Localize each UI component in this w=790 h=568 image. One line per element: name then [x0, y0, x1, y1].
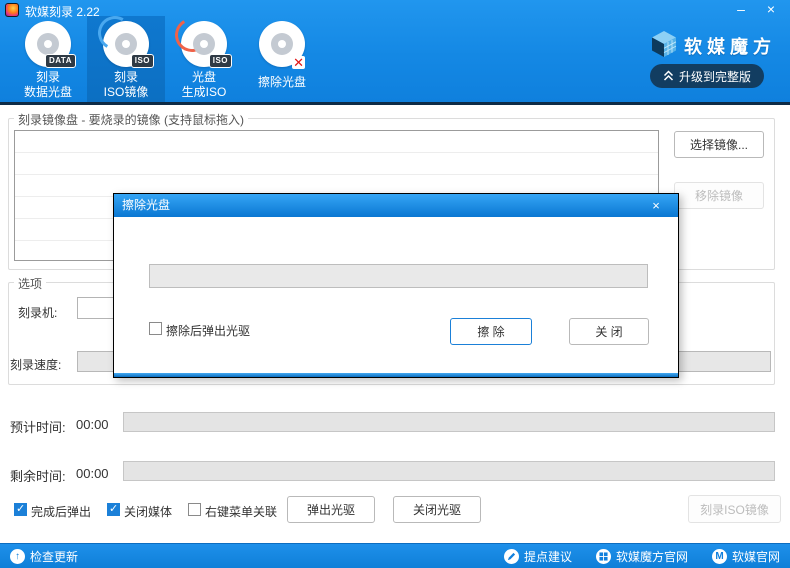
context-menu-label[interactable]: 右键菜单关联	[205, 503, 277, 520]
upgrade-button[interactable]: 升级到完整版	[650, 64, 764, 88]
tab-label: 刻录	[87, 70, 165, 85]
brand-name: 软媒魔方	[684, 33, 776, 59]
close-media-label[interactable]: 关闭媒体	[124, 503, 172, 520]
dialog-close-icon[interactable]: ×	[648, 194, 664, 217]
feedback-link[interactable]: 提点建议	[504, 548, 572, 565]
close-drive-button[interactable]: 关闭光驱	[393, 496, 481, 523]
tab-label: 光盘	[165, 70, 243, 85]
burn-group-title: 刻录镜像盘 - 要烧录的镜像 (支持鼠标拖入)	[14, 111, 248, 128]
header: 软媒刻录 2.22 – × DATA 刻录 数据光盘 ISO 刻录 ISO镜像	[0, 0, 790, 105]
erase-progressbar	[149, 264, 648, 288]
close-button[interactable]: ×	[760, 2, 782, 18]
erase-button[interactable]: 擦 除	[450, 318, 532, 345]
statusbar: ↑ 检查更新 提点建议 软媒魔方官网 M 软	[0, 543, 790, 568]
erase-disc-icon: ✕	[259, 21, 305, 67]
app-logo-icon	[5, 3, 19, 17]
data-badge: DATA	[45, 54, 76, 68]
tab-label: 数据光盘	[9, 85, 87, 100]
burn-iso-button: 刻录ISO镜像	[688, 495, 781, 523]
erase-disc-dialog: 擦除光盘 × 擦除后弹出光驱 擦 除 关 闭	[113, 193, 679, 378]
speed-label: 刻录速度:	[10, 356, 61, 373]
app-window: 软媒刻录 2.22 – × DATA 刻录 数据光盘 ISO 刻录 ISO镜像	[0, 0, 790, 568]
close-media-checkbox[interactable]	[107, 503, 120, 516]
iso-disc-icon: ISO	[103, 21, 149, 67]
disc-to-iso-icon: ISO	[181, 21, 227, 67]
ruanmei-site-label: 软媒官网	[732, 548, 780, 565]
upgrade-label: 升级到完整版	[679, 68, 751, 85]
burner-label: 刻录机:	[18, 304, 57, 321]
dialog-close-button[interactable]: 关 闭	[569, 318, 649, 345]
remaining-time-value: 00:00	[76, 466, 109, 481]
tab-disc-to-iso[interactable]: ISO 光盘 生成ISO	[165, 16, 243, 102]
ruanmei-cube-icon	[650, 30, 678, 58]
dialog-titlebar[interactable]: 擦除光盘	[114, 194, 678, 217]
eject-after-finish-checkbox[interactable]	[14, 503, 27, 516]
red-x-icon: ✕	[292, 56, 305, 69]
eject-after-finish-label[interactable]: 完成后弹出	[31, 503, 91, 520]
ruanmei-site-link[interactable]: M 软媒官网	[712, 548, 780, 565]
remaining-time-label: 剩余时间:	[10, 466, 66, 485]
m-logo-icon: M	[712, 549, 727, 564]
estimated-time-label: 预计时间:	[10, 417, 66, 436]
tab-burn-data-disc[interactable]: DATA 刻录 数据光盘	[9, 16, 87, 102]
iso-badge: ISO	[209, 54, 232, 68]
select-image-button[interactable]: 选择镜像...	[674, 131, 764, 158]
grid-icon	[596, 549, 611, 564]
options-group-title: 选项	[14, 275, 46, 292]
tab-erase-disc[interactable]: ✕ 擦除光盘	[243, 16, 321, 102]
double-chevron-up-icon	[663, 70, 674, 82]
eject-after-erase-label[interactable]: 擦除后弹出光驱	[166, 322, 250, 339]
check-update-link[interactable]: ↑ 检查更新	[10, 548, 78, 565]
minimize-button[interactable]: –	[730, 2, 752, 18]
context-menu-checkbox[interactable]	[188, 503, 201, 516]
tab-label: 刻录	[9, 70, 87, 85]
dialog-title: 擦除光盘	[122, 198, 170, 212]
remove-image-button: 移除镜像	[674, 182, 764, 209]
estimated-time-value: 00:00	[76, 417, 109, 432]
tab-burn-iso-image[interactable]: ISO 刻录 ISO镜像	[87, 16, 165, 102]
update-arrow-icon: ↑	[10, 549, 25, 564]
iso-badge: ISO	[131, 54, 154, 68]
data-disc-icon: DATA	[25, 21, 71, 67]
estimated-progressbar	[123, 412, 775, 432]
mofang-site-label: 软媒魔方官网	[616, 548, 688, 565]
tab-label: 生成ISO	[165, 85, 243, 100]
pencil-icon	[504, 549, 519, 564]
mofang-site-link[interactable]: 软媒魔方官网	[596, 548, 688, 565]
eject-after-erase-checkbox[interactable]	[149, 322, 162, 335]
dialog-bottom-accent	[114, 373, 678, 377]
tab-label: 擦除光盘	[243, 75, 321, 90]
feedback-label: 提点建议	[524, 548, 572, 565]
remaining-progressbar	[123, 461, 775, 481]
eject-drive-button[interactable]: 弹出光驱	[287, 496, 375, 523]
tab-label: ISO镜像	[87, 85, 165, 100]
check-update-label: 检查更新	[30, 548, 78, 565]
